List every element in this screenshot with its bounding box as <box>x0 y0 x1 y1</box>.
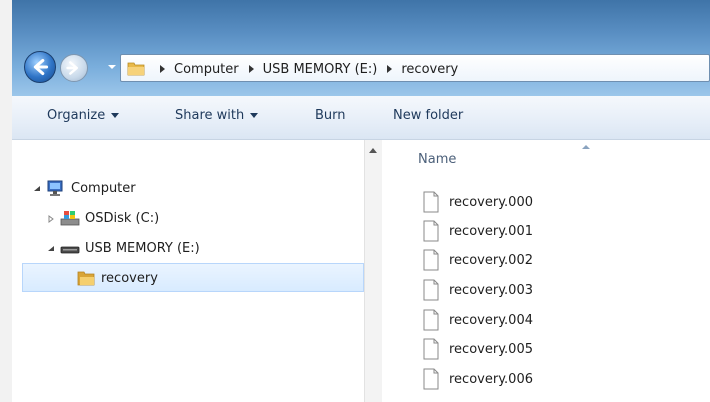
column-header-name[interactable]: Name <box>418 152 456 167</box>
file-icon <box>423 338 439 360</box>
new-folder-button[interactable]: New folder <box>393 108 463 123</box>
file-list: Name recovery.000 recovery.001 recovery.… <box>382 140 710 402</box>
file-icon <box>423 368 439 390</box>
file-row[interactable]: recovery.006 <box>422 367 533 391</box>
expand-icon[interactable] <box>46 213 56 223</box>
chevron-down-icon <box>250 113 259 118</box>
tree-item-computer[interactable]: Computer <box>32 177 136 199</box>
tree-label-osdisk: OSDisk (C:) <box>85 210 160 226</box>
usb-drive-icon <box>60 239 80 257</box>
file-row[interactable]: recovery.002 <box>422 248 533 272</box>
folder-icon <box>127 62 145 76</box>
scroll-up-icon[interactable] <box>369 148 377 153</box>
tree-label-computer: Computer <box>71 180 136 196</box>
file-row[interactable]: recovery.001 <box>422 219 533 243</box>
chevron-down-icon <box>111 113 120 118</box>
file-name: recovery.005 <box>449 341 533 357</box>
tree-label-usb-memory: USB MEMORY (E:) <box>85 240 200 256</box>
breadcrumb: Computer USB MEMORY (E:) recovery <box>153 60 461 78</box>
file-name: recovery.000 <box>449 194 533 210</box>
navigation-bar: Computer USB MEMORY (E:) recovery <box>14 46 710 88</box>
sort-ascending-icon <box>582 145 590 149</box>
computer-icon <box>46 179 66 197</box>
recent-pages-dropdown[interactable] <box>106 61 118 73</box>
folder-icon <box>76 269 96 287</box>
share-with-label: Share with <box>175 108 245 123</box>
tree-label-recovery: recovery <box>101 270 158 286</box>
file-icon <box>423 220 439 242</box>
file-row[interactable]: recovery.005 <box>422 337 533 361</box>
file-name: recovery.004 <box>449 312 533 328</box>
organize-button[interactable]: Organize <box>47 108 120 123</box>
file-icon <box>423 249 439 271</box>
chevron-right-icon[interactable] <box>242 60 260 78</box>
window-frame <box>0 0 12 402</box>
forward-button[interactable] <box>60 54 88 82</box>
file-row[interactable]: recovery.003 <box>422 278 533 302</box>
burn-button[interactable]: Burn <box>315 108 346 123</box>
breadcrumb-recovery[interactable]: recovery <box>398 62 461 77</box>
tree-item-usb-memory[interactable]: USB MEMORY (E:) <box>46 237 200 259</box>
file-name: recovery.003 <box>449 282 533 298</box>
back-arrow-icon <box>33 58 49 76</box>
file-name: recovery.001 <box>449 223 533 239</box>
command-bar: Organize Share with Burn New folder <box>12 96 710 140</box>
chevron-right-icon[interactable] <box>380 60 398 78</box>
address-bar[interactable]: Computer USB MEMORY (E:) recovery <box>120 54 710 82</box>
file-icon <box>423 279 439 301</box>
forward-arrow-icon <box>66 61 78 75</box>
collapse-icon[interactable] <box>46 243 56 253</box>
breadcrumb-computer[interactable]: Computer <box>171 62 242 77</box>
back-button[interactable] <box>24 51 56 83</box>
file-icon <box>423 309 439 331</box>
share-with-button[interactable]: Share with <box>175 108 259 123</box>
navigation-pane: Computer OSDisk (C:) USB MEMORY (E:) rec… <box>12 140 364 402</box>
chevron-right-icon[interactable] <box>153 60 171 78</box>
breadcrumb-usb-memory[interactable]: USB MEMORY (E:) <box>260 62 381 77</box>
file-icon <box>423 191 439 213</box>
collapse-icon[interactable] <box>32 183 42 193</box>
new-folder-label: New folder <box>393 108 464 123</box>
file-row[interactable]: recovery.000 <box>422 190 533 214</box>
selection-highlight <box>22 263 364 292</box>
file-row[interactable]: recovery.004 <box>422 308 533 332</box>
burn-label: Burn <box>315 108 346 123</box>
navigation-pane-scrollbar[interactable] <box>364 140 382 402</box>
drive-icon <box>60 209 80 227</box>
organize-label: Organize <box>47 108 106 123</box>
tree-item-recovery[interactable]: recovery <box>76 267 158 289</box>
tree-item-osdisk[interactable]: OSDisk (C:) <box>46 207 159 229</box>
file-name: recovery.006 <box>449 371 533 387</box>
file-name: recovery.002 <box>449 252 533 268</box>
